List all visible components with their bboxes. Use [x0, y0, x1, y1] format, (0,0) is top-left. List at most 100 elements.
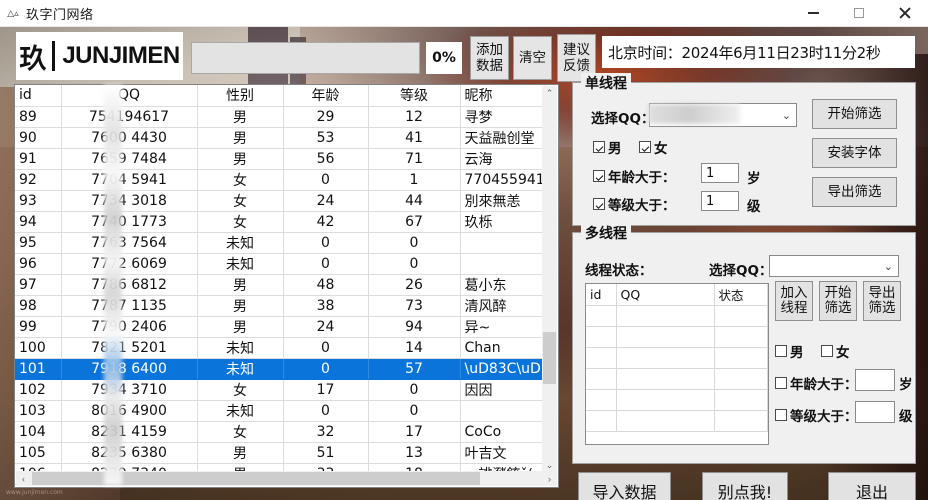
cell-nick: 玖栎	[460, 211, 546, 233]
column-header-nick[interactable]: 昵称	[460, 85, 546, 107]
table-row[interactable]: 97 7786 6812 男 48 26 葛小东	[15, 274, 546, 296]
horizontal-scrollbar[interactable]: ‹ ›	[16, 471, 557, 486]
table-row[interactable]: 93 7734 3018 女 24 44 別來無恙	[15, 190, 546, 212]
data-grid-table: id QQ 性别 年龄 等级 昵称 89 754194617 男 29 12 寻梦 90 76…	[15, 85, 546, 485]
vertical-scrollbar[interactable]: ⌃ ⌄	[542, 86, 557, 473]
install-font-button[interactable]: 安装字体	[812, 138, 897, 168]
single-male-checkbox[interactable]: 男	[593, 137, 622, 157]
single-age-checkbox[interactable]: 年龄大于：	[593, 166, 676, 186]
thread-status-grid[interactable]: id QQ 状态	[585, 283, 769, 445]
multi-export-filter-button[interactable]: 导出 筛选	[863, 281, 901, 321]
clear-button[interactable]: 清空	[513, 36, 552, 80]
cell-level: 13	[368, 442, 461, 464]
export-filter-button[interactable]: 导出筛选	[812, 177, 897, 207]
app-window: www.junjimen.com △▵ 玖字门网络 玖 JUNJIMEN 0% …	[0, 0, 928, 500]
join-thread-label-line2: 线程	[780, 300, 808, 316]
cell-age: 0	[283, 358, 369, 380]
table-row[interactable]: 101 7918 6400 未知 0 57 \uD83C\uDF.	[15, 358, 546, 380]
thread-table-row[interactable]	[586, 389, 768, 411]
add-data-button[interactable]: 添加 数据	[470, 36, 509, 80]
join-thread-button[interactable]: 加入 线程	[775, 281, 813, 321]
column-header-sex[interactable]: 性别	[197, 85, 284, 107]
single-age-unit: 岁	[747, 171, 761, 187]
cell-nick	[460, 253, 546, 275]
table-row[interactable]: 100 7821 5201 未知 0 14 Chan	[15, 337, 546, 359]
maximize-button[interactable]	[836, 0, 882, 26]
single-level-label: 等级大于：	[608, 198, 676, 214]
thread-table-row[interactable]	[586, 410, 768, 432]
cell-id: 94	[15, 211, 62, 233]
cell-qq: 754194617	[61, 106, 198, 128]
thread-cell	[616, 410, 715, 432]
table-row[interactable]: 99 7790 2406 男 24 94 异~	[15, 316, 546, 338]
thread-cell	[586, 368, 617, 390]
thread-table-row[interactable]	[586, 326, 768, 348]
vertical-scroll-thumb[interactable]	[543, 332, 556, 384]
scroll-right-arrow[interactable]: ›	[542, 471, 557, 486]
table-row[interactable]: 90 7600 4430 男 53 41 天益融创堂	[15, 127, 546, 149]
close-button[interactable]	[882, 0, 928, 26]
window-title: 玖字门网络	[26, 7, 94, 23]
table-row[interactable]: 94 7740 1773 女 42 67 玖栎	[15, 211, 546, 233]
logo-english: JUNJIMEN	[62, 42, 180, 69]
minimize-button[interactable]	[790, 0, 836, 26]
single-level-checkbox[interactable]: 等级大于：	[593, 194, 676, 214]
table-row[interactable]: 89 754194617 男 29 12 寻梦	[15, 106, 546, 128]
cell-qq: 7659 7484	[61, 148, 198, 170]
cell-qq: 7734 3018	[61, 190, 198, 212]
table-row[interactable]: 103 8016 4900 未知 0 0	[15, 400, 546, 422]
single-female-label: 女	[654, 141, 668, 157]
thread-cell	[586, 347, 617, 369]
cell-qq: 7786 6812	[61, 274, 198, 296]
multi-male-checkbox[interactable]: 男	[775, 341, 804, 361]
multi-qq-select[interactable]: ⌄	[769, 255, 899, 277]
multi-female-checkbox[interactable]: 女	[821, 341, 850, 361]
cell-qq: 7787 1135	[61, 295, 198, 317]
column-header-age[interactable]: 年龄	[283, 85, 369, 107]
table-row[interactable]: 92 7704 5941 女 0 1 770455941	[15, 169, 546, 191]
table-row[interactable]: 102 7934 3710 女 17 0 因因	[15, 379, 546, 401]
checkbox-box	[639, 141, 651, 153]
thread-col-status: 状态	[714, 284, 768, 306]
thread-table-row[interactable]	[586, 368, 768, 390]
data-grid[interactable]: id QQ 性别 年龄 等级 昵称 89 754194617 男 29 12 寻梦 90 76…	[14, 84, 559, 488]
thread-table-row[interactable]	[586, 305, 768, 327]
dont-click-me-button[interactable]: 别点我!	[702, 472, 788, 500]
close-icon	[899, 7, 911, 19]
horizontal-scroll-thumb[interactable]	[32, 472, 480, 485]
multi-export-label-line2: 筛选	[868, 300, 896, 316]
app-icon: △▵	[7, 7, 19, 18]
multi-age-input[interactable]	[855, 369, 895, 391]
cell-sex: 女	[197, 190, 284, 212]
background-watermark: www.junjimen.com	[6, 489, 63, 496]
multi-age-checkbox[interactable]: 年龄大于：	[775, 373, 858, 393]
table-row[interactable]: 96 7772 6069 未知 0 0	[15, 253, 546, 275]
scroll-left-arrow[interactable]: ‹	[16, 471, 31, 486]
column-header-qq[interactable]: QQ	[61, 85, 198, 107]
single-age-input[interactable]: 1	[701, 163, 739, 183]
scroll-up-arrow[interactable]: ⌃	[542, 86, 557, 101]
cell-nick: 寻梦	[460, 106, 546, 128]
cell-qq: 7934 3710	[61, 379, 198, 401]
single-thread-panel: 单线程 选择QQ： ⌄ 男 女 年龄大于： 1 岁 等级大于： 1 级 开始筛选…	[572, 73, 916, 226]
exit-button[interactable]: 退出	[828, 472, 916, 500]
table-row[interactable]: 98 7787 1135 男 38 73 清风醉	[15, 295, 546, 317]
start-filter-button[interactable]: 开始筛选	[812, 99, 897, 129]
thread-table-row[interactable]	[586, 347, 768, 369]
column-header-level[interactable]: 等级	[368, 85, 461, 107]
multi-level-input[interactable]	[855, 401, 895, 423]
thread-cell	[616, 326, 715, 348]
table-row[interactable]: 105 8235 6380 男 51 13 叶吉文	[15, 442, 546, 464]
checkbox-box	[593, 198, 605, 210]
multi-level-checkbox[interactable]: 等级大于：	[775, 405, 858, 425]
single-female-checkbox[interactable]: 女	[639, 137, 668, 157]
single-qq-select[interactable]: ⌄	[649, 103, 797, 127]
column-header-id[interactable]: id	[15, 85, 62, 107]
table-row[interactable]: 95 7763 7564 未知 0 0	[15, 232, 546, 254]
chevron-down-icon: ⌄	[883, 260, 893, 273]
import-data-button[interactable]: 导入数据	[578, 472, 671, 500]
multi-start-filter-button[interactable]: 开始 筛选	[819, 281, 857, 321]
table-row[interactable]: 104 8231 4159 女 32 17 CoCo	[15, 421, 546, 443]
single-level-input[interactable]: 1	[701, 191, 739, 211]
table-row[interactable]: 91 7659 7484 男 56 71 云海	[15, 148, 546, 170]
